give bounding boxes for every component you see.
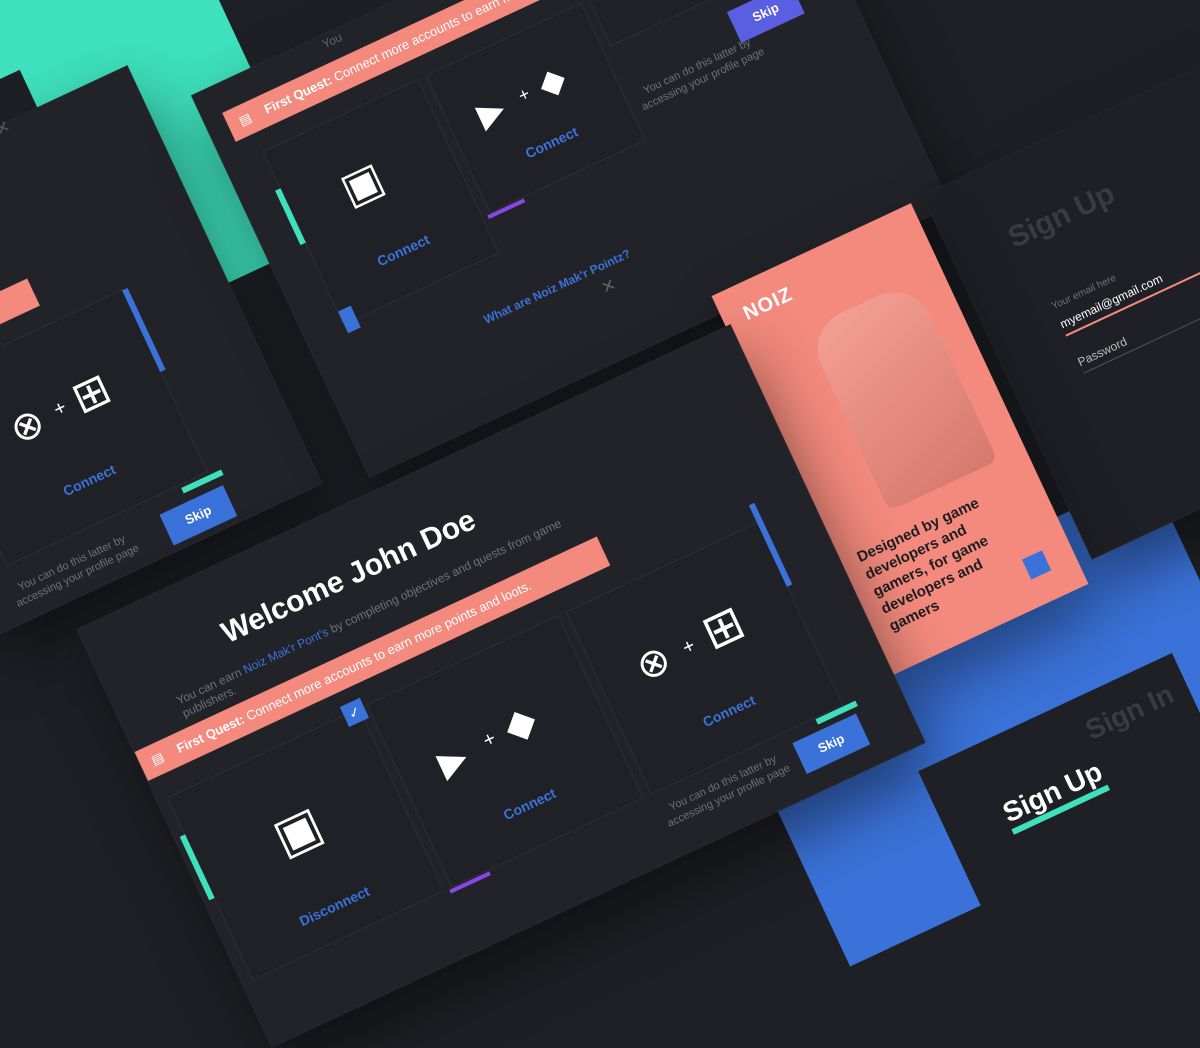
windows-icon: ⊞ <box>693 594 753 662</box>
signup-heading: Sign Up <box>1003 177 1120 256</box>
blue-accent <box>338 306 361 334</box>
plus-icon: + <box>679 634 699 660</box>
blue-accent <box>122 288 165 372</box>
youtube-icon: ▶ <box>431 735 474 785</box>
header-fragment: You <box>320 30 344 51</box>
scroll-icon: ▤ <box>145 742 170 776</box>
skip-button[interactable]: Skip <box>159 485 237 545</box>
gamepad-icon: ◆ <box>496 696 543 751</box>
disconnect-link[interactable]: Disconnect <box>236 854 433 957</box>
promo-tagline: Designed by game developers and gamers, … <box>854 486 1030 635</box>
plus-icon: + <box>480 727 500 753</box>
teal-accent <box>275 188 306 245</box>
purple-accent <box>487 198 525 219</box>
signup-tab[interactable]: Sign Up <box>998 756 1110 835</box>
gamepad-icon: ◆ <box>532 58 573 105</box>
character-art <box>805 279 998 511</box>
blue-square <box>1022 550 1051 579</box>
teal-accent <box>180 834 215 900</box>
later-text: You can do this latter by accessing your… <box>631 31 770 116</box>
plus-icon: + <box>50 396 70 422</box>
purple-accent <box>449 871 491 893</box>
signin-tab[interactable]: Sign In <box>1081 678 1179 746</box>
twitch-icon: ▣ <box>264 794 331 867</box>
check-badge[interactable]: ✓ <box>340 698 369 727</box>
scroll-icon: ▤ <box>233 103 258 137</box>
xbox-icon: ⊗ <box>629 636 679 692</box>
blue-accent <box>749 503 792 587</box>
connect-link[interactable]: Connect <box>594 0 737 23</box>
windows-icon: ⊞ <box>64 363 119 425</box>
skip-button[interactable]: Skip <box>727 0 805 43</box>
xbox-icon: ⊗ <box>3 398 53 454</box>
close-icon[interactable]: × <box>0 113 14 142</box>
twitch-icon: ▣ <box>332 152 391 216</box>
connect-link[interactable]: Connect <box>323 207 484 293</box>
plus-icon: + <box>515 83 533 106</box>
youtube-icon: ▶ <box>471 88 512 135</box>
noiz-logo: NOIZ <box>740 283 797 326</box>
password-placeholder: Password <box>1076 334 1130 369</box>
